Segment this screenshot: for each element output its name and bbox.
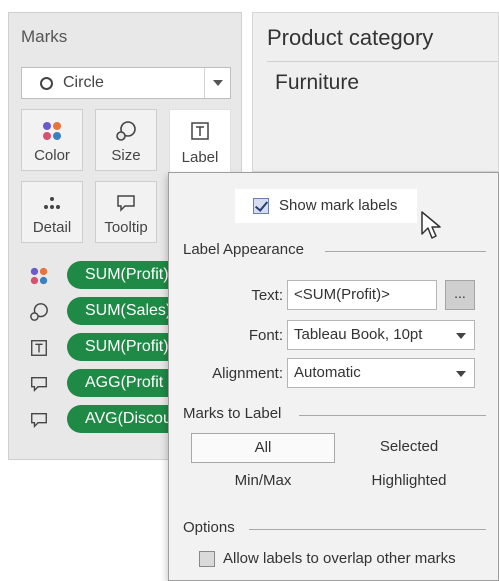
view-header: Product category Furniture <box>252 12 499 172</box>
tooltip-icon <box>29 410 49 430</box>
text-field-label: Text: <box>251 287 283 304</box>
show-mark-labels-row[interactable]: Show mark labels <box>235 189 417 223</box>
marks-to-label-heading: Marks to Label <box>183 405 282 422</box>
font-select-value: Tableau Book, 10pt <box>294 326 423 343</box>
tooltip-button-label: Tooltip <box>104 219 148 236</box>
alignment-select[interactable]: Automatic <box>287 358 475 388</box>
section-divider <box>325 251 486 252</box>
size-icon <box>29 302 49 322</box>
marks-to-label-highlighted[interactable]: Highlighted <box>345 467 473 497</box>
size-icon <box>115 120 137 142</box>
circle-icon <box>40 76 53 90</box>
mark-type-value: Circle <box>63 74 104 91</box>
column-header[interactable]: Product category <box>267 25 433 51</box>
label-button-label: Label <box>181 149 219 166</box>
label-appearance-heading: Label Appearance <box>183 241 304 258</box>
chevron-down-icon <box>456 371 466 377</box>
mouse-pointer-icon <box>421 211 441 239</box>
edit-text-button[interactable]: ... <box>445 280 475 310</box>
label-icon <box>189 120 211 142</box>
allow-overlap-checkbox[interactable] <box>199 551 215 567</box>
show-mark-labels-checkbox[interactable] <box>253 198 269 214</box>
tooltip-icon <box>29 374 49 394</box>
size-button-label: Size <box>111 147 141 164</box>
row-header-value[interactable]: Furniture <box>275 71 359 95</box>
label-text-field[interactable]: <SUM(Profit)> <box>287 280 437 310</box>
color-button[interactable]: Color <box>21 109 83 171</box>
mark-type-dropdown[interactable]: Circle <box>21 67 231 99</box>
header-divider <box>267 61 498 62</box>
size-button[interactable]: Size <box>95 109 157 171</box>
font-field-label: Font: <box>248 327 283 344</box>
marks-title: Marks <box>21 27 68 46</box>
chevron-down-icon <box>456 333 466 339</box>
tooltip-icon <box>115 192 137 214</box>
label-options-popup: Show mark labels Label Appearance Text: … <box>168 172 499 581</box>
chevron-down-icon[interactable] <box>204 68 230 98</box>
marks-to-label-all[interactable]: All <box>191 433 335 463</box>
alignment-select-value: Automatic <box>294 364 361 381</box>
font-select[interactable]: Tableau Book, 10pt <box>287 320 475 350</box>
section-divider <box>299 415 486 416</box>
color-dots-icon <box>29 266 49 286</box>
color-dots-icon <box>41 120 63 142</box>
show-mark-labels-label: Show mark labels <box>279 197 398 214</box>
alignment-field-label: Alignment: <box>212 365 283 382</box>
detail-icon <box>41 192 63 214</box>
detail-button[interactable]: Detail <box>21 181 83 243</box>
allow-overlap-label: Allow labels to overlap other marks <box>223 550 456 567</box>
label-icon <box>29 338 49 358</box>
marks-to-label-selected[interactable]: Selected <box>345 433 473 463</box>
detail-button-label: Detail <box>32 219 72 236</box>
options-heading: Options <box>183 519 235 536</box>
tooltip-button[interactable]: Tooltip <box>95 181 157 243</box>
color-button-label: Color <box>34 147 70 164</box>
marks-to-label-minmax[interactable]: Min/Max <box>191 467 335 497</box>
section-divider <box>249 529 486 530</box>
